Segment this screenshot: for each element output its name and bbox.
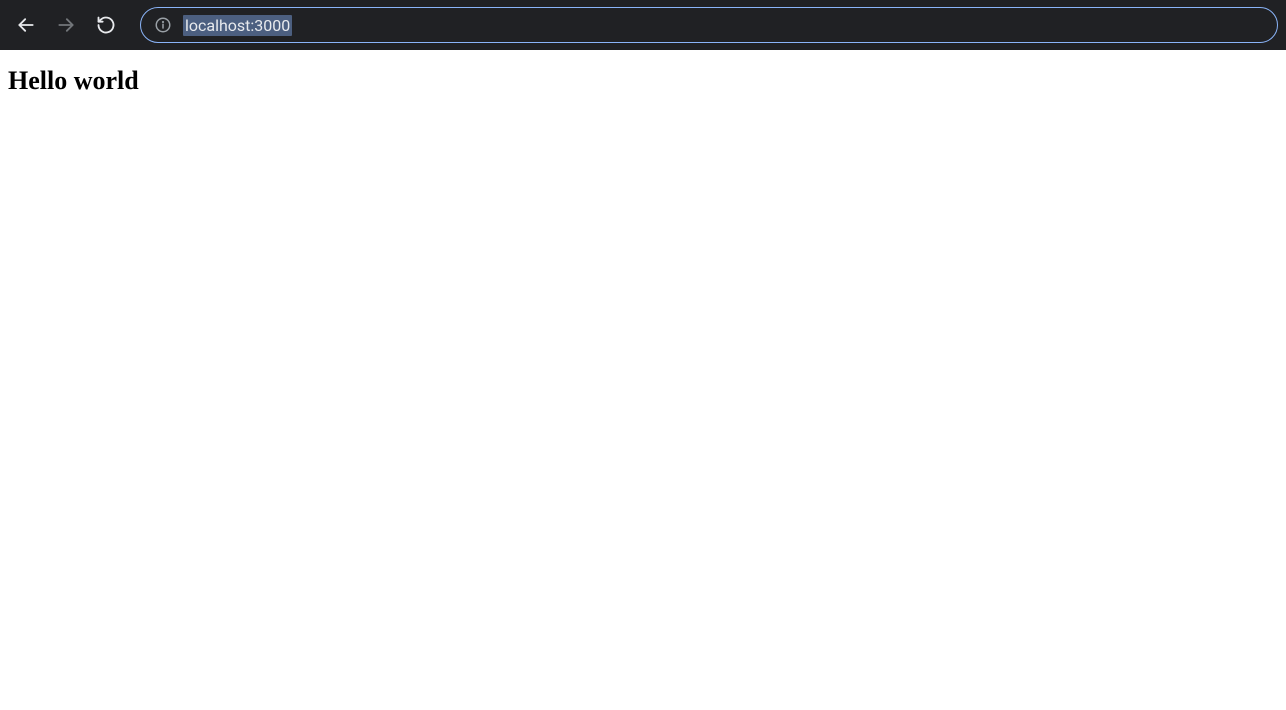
info-icon xyxy=(154,16,172,34)
reload-button[interactable] xyxy=(88,7,124,43)
url-text[interactable]: localhost:3000 xyxy=(183,15,292,36)
address-bar[interactable]: localhost:3000 xyxy=(140,7,1278,43)
site-info-button[interactable] xyxy=(153,15,173,35)
back-button[interactable] xyxy=(8,7,44,43)
forward-button[interactable] xyxy=(48,7,84,43)
reload-icon xyxy=(96,15,116,35)
arrow-left-icon xyxy=(16,15,36,35)
browser-toolbar: localhost:3000 xyxy=(0,0,1286,50)
arrow-right-icon xyxy=(56,15,76,35)
page-content: Hello world xyxy=(0,50,1286,112)
page-heading: Hello world xyxy=(8,66,1278,96)
